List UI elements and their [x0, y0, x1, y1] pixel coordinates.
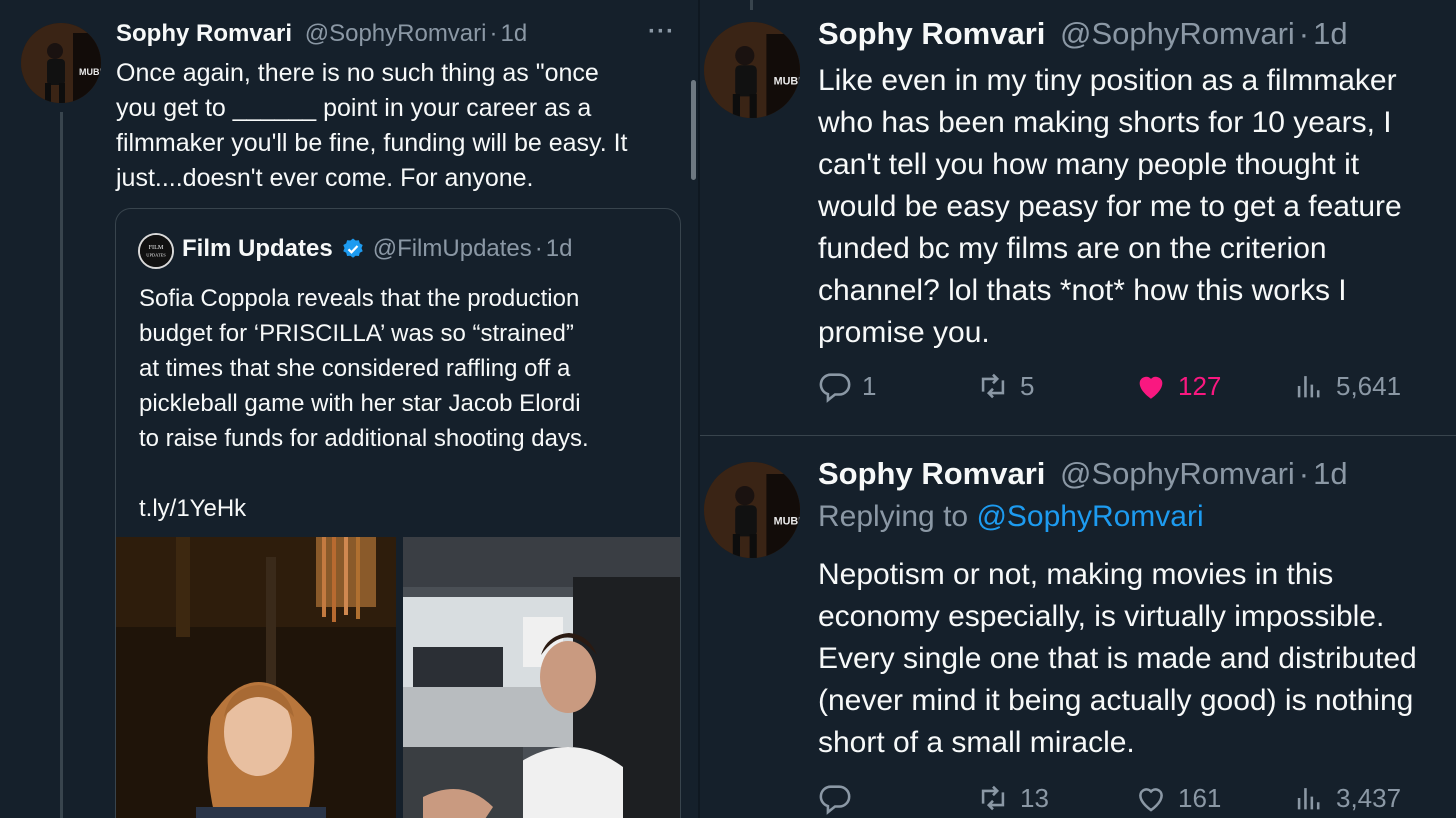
more-options-icon[interactable]: ··· [648, 18, 675, 46]
author-handle[interactable]: @SophyRomvari [305, 20, 487, 47]
timestamp[interactable]: 1d [1313, 456, 1347, 491]
quote-header: Film Updates @FilmUpdates · 1d [182, 235, 672, 263]
quote-body: Sofia Coppola reveals that the productio… [139, 281, 669, 526]
verified-badge-icon [341, 237, 365, 261]
tweet-line: filmmaker you'll be fine, funding will b… [116, 129, 628, 157]
view-count: 3,437 [1336, 782, 1402, 813]
tweet-actions: 13 161 3,437 [818, 778, 1418, 818]
heart-filled-icon [1139, 376, 1163, 399]
quote-avatar-logo-subtext: UPDATES [146, 252, 166, 257]
quote-line: pickleball game with her star Jacob Elor… [139, 390, 581, 417]
tweet-header: Sophy Romvari @SophyRomvari · 1d [116, 20, 686, 52]
tweet-line: channel? lol thats *not* how this works … [818, 274, 1347, 307]
reply-count: 1 [862, 370, 877, 401]
repost-button[interactable]: 13 [976, 778, 1049, 818]
tweet-line: can't tell you how many people thought i… [818, 148, 1360, 181]
timestamp[interactable]: 1d [1313, 16, 1347, 51]
views-button[interactable]: 5,641 [1292, 366, 1401, 406]
author-name[interactable]: Sophy Romvari [818, 456, 1045, 491]
tweet-line: would be easy peasy for me to get a feat… [818, 190, 1402, 223]
quote-line: Sofia Coppola reveals that the productio… [139, 285, 580, 312]
views-button[interactable]: 3,437 [1292, 778, 1401, 818]
author-name[interactable]: Sophy Romvari [116, 20, 292, 47]
avatar[interactable]: MUBI [704, 22, 800, 118]
tweet-divider [700, 435, 1456, 436]
separator-dot: · [1298, 16, 1310, 51]
like-button[interactable]: 127 [1134, 366, 1221, 406]
views-icon [1297, 788, 1320, 810]
quote-avatar-logo-text: FILM [149, 244, 164, 251]
thread-line-top [750, 0, 753, 10]
quote-avatar[interactable]: FILM UPDATES [138, 233, 174, 269]
tweet-line: funded bc my films are on the criterion [818, 232, 1327, 265]
reply-icon [819, 373, 851, 403]
repost-icon [981, 785, 1005, 811]
tweet-line: short of a small miracle. [818, 726, 1135, 759]
tweet-line: Like even in my tiny position as a filmm… [818, 64, 1397, 97]
separator-dot: · [489, 20, 498, 47]
quoted-tweet[interactable]: FILM UPDATES Film Updates @FilmUpdates · 1… [115, 208, 681, 818]
tweet-line: you get to ______ point in your career a… [116, 94, 592, 122]
author-handle[interactable]: @SophyRomvari [1060, 16, 1295, 51]
replying-to-handle[interactable]: @SophyRomvari [976, 500, 1203, 533]
like-count: 161 [1178, 782, 1222, 813]
avatar[interactable]: MUBI [21, 23, 101, 103]
repost-count: 5 [1020, 370, 1035, 401]
tweet-line: Nepotism or not, making movies in this [818, 558, 1334, 591]
replying-to-label: Replying to [818, 500, 969, 533]
tweet-line: promise you. [818, 316, 990, 349]
repost-button[interactable]: 5 [976, 366, 1034, 406]
replying-to: Replying to @SophyRomvari [818, 500, 1204, 534]
media-image-1[interactable] [116, 537, 396, 818]
tweet-body: Like even in my tiny position as a filmm… [818, 60, 1456, 354]
like-button[interactable]: 161 [1134, 778, 1221, 818]
avatar[interactable]: MUBI [704, 462, 800, 558]
quote-author-name[interactable]: Film Updates [182, 235, 333, 263]
thread-line [60, 112, 63, 818]
tweet-line: who has been making shorts for 10 years,… [818, 106, 1392, 139]
quote-timestamp[interactable]: 1d [546, 235, 573, 263]
heart-icon [1139, 788, 1163, 812]
right-screenshot: MUBI Sophy Romvari @SophyRomvari · 1d Like… [700, 0, 1456, 818]
avatar-logo-text: MUBI [774, 515, 800, 527]
tweet-line: just....doesn't ever come. For anyone. [116, 164, 534, 192]
view-count: 5,641 [1336, 370, 1402, 401]
reply-icon [819, 785, 851, 815]
avatar-logo-text: MUBI [774, 75, 800, 87]
left-screenshot: MUBI Sophy Romvari @SophyRomvari · 1d ··· … [0, 0, 698, 818]
tweet-body: Nepotism or not, making movies in this e… [818, 554, 1456, 764]
tweet-header: Sophy Romvari @SophyRomvari · 1d [818, 16, 1456, 52]
quote-line: at times that she considered raffling of… [139, 355, 571, 382]
separator-dot: · [1298, 456, 1310, 491]
reply-button[interactable]: 1 [818, 366, 876, 406]
timestamp[interactable]: 1d [500, 20, 527, 47]
tweet-actions: 1 5 127 5,641 [818, 366, 1418, 406]
quote-link[interactable]: t.ly/1YeHk [139, 491, 669, 526]
media-image-2[interactable] [403, 537, 680, 818]
tweet-line: (never mind it being actually good) is n… [818, 684, 1414, 717]
repost-count: 13 [1020, 782, 1049, 813]
separator-dot: · [534, 235, 543, 262]
reply-button[interactable] [818, 778, 862, 818]
tweet-header: Sophy Romvari @SophyRomvari · 1d [818, 456, 1456, 492]
avatar-logo-text: MUBI [79, 67, 101, 77]
repost-icon [981, 373, 1005, 399]
quote-line: to raise funds for additional shooting d… [139, 425, 589, 452]
views-icon [1297, 376, 1320, 398]
tweet-line: economy especially, is virtually impossi… [818, 600, 1385, 633]
tweet-line: Every single one that is made and distri… [818, 642, 1417, 675]
author-handle[interactable]: @SophyRomvari [1060, 456, 1295, 491]
author-name[interactable]: Sophy Romvari [818, 16, 1045, 51]
tweet-body: Once again, there is no such thing as "o… [116, 56, 686, 196]
tweet-line: Once again, there is no such thing as "o… [116, 59, 599, 87]
quote-line: budget for ‘PRISCILLA’ was so “strained” [139, 320, 574, 347]
scrollbar[interactable] [691, 80, 696, 180]
like-count: 127 [1178, 370, 1222, 401]
quote-author-handle[interactable]: @FilmUpdates [373, 235, 532, 263]
